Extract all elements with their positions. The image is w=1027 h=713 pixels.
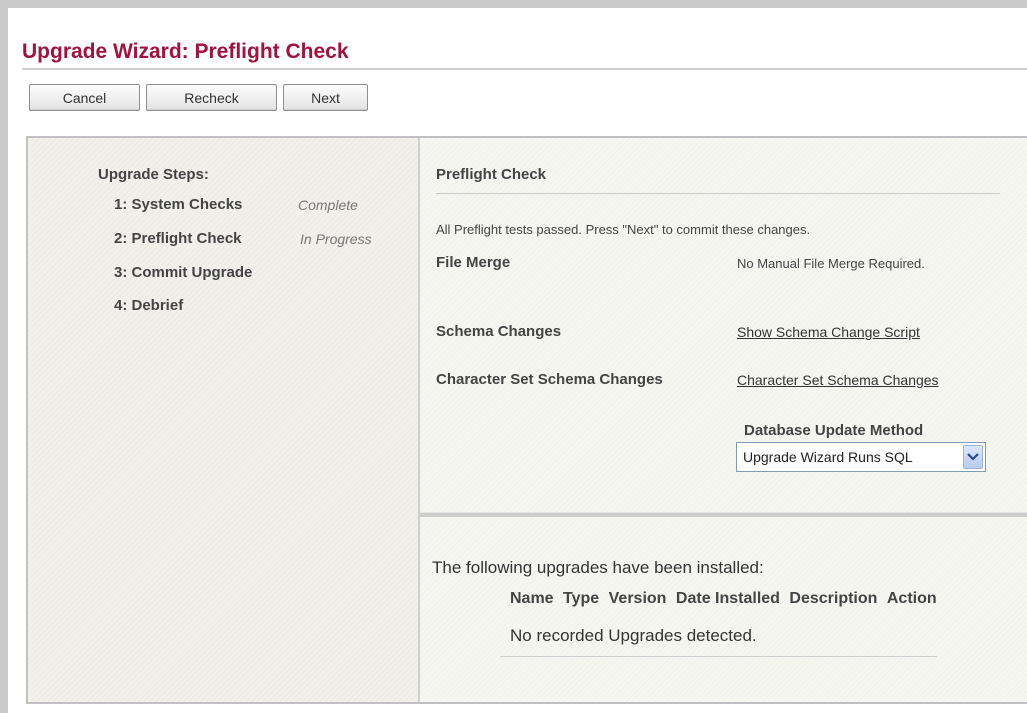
section-divider (420, 512, 1027, 517)
steps-panel: Upgrade Steps: 1: System Checks Complete… (28, 138, 418, 702)
step-preflight-check: 2: Preflight Check (114, 230, 242, 247)
wizard-window: Upgrade Wizard: Preflight Check Cancel R… (0, 0, 1027, 713)
schema-changes-label: Schema Changes (436, 323, 562, 340)
column-date-installed: Date Installed (675, 590, 780, 607)
recheck-button[interactable]: Recheck (146, 84, 277, 111)
steps-heading: Upgrade Steps: (98, 166, 209, 183)
wizard-content: Upgrade Steps: 1: System Checks Complete… (26, 136, 1027, 704)
step-system-checks: 1: System Checks (114, 196, 243, 213)
cancel-button[interactable]: Cancel (29, 84, 140, 111)
no-upgrades-message: No recorded Upgrades detected. (510, 626, 757, 645)
chevron-down-icon[interactable] (963, 445, 983, 469)
preflight-title: Preflight Check (436, 166, 547, 183)
next-button[interactable]: Next (283, 84, 368, 111)
column-name: Name (510, 590, 554, 607)
preflight-message: All Preflight tests passed. Press "Next"… (436, 222, 811, 237)
step-status-complete: Complete (298, 197, 358, 213)
upgrades-table-header: Name Type Version Date Installed Descrip… (510, 590, 937, 608)
file-merge-value: No Manual File Merge Required. (737, 256, 925, 271)
charset-changes-label: Character Set Schema Changes (436, 371, 663, 388)
installed-upgrades-message: The following upgrades have been install… (432, 558, 764, 577)
step-commit-upgrade: 3: Commit Upgrade (114, 264, 253, 281)
preflight-panel: Preflight Check All Preflight tests pass… (420, 138, 1027, 702)
column-type: Type (563, 590, 600, 607)
show-schema-change-script-link[interactable]: Show Schema Change Script (737, 324, 920, 340)
title-divider (22, 68, 1027, 70)
db-update-method-select[interactable]: Upgrade Wizard Runs SQL (736, 442, 986, 472)
file-merge-label: File Merge (436, 254, 511, 271)
column-version: Version (608, 590, 667, 607)
db-update-method-label: Database Update Method (744, 422, 924, 439)
preflight-divider (436, 193, 1000, 194)
charset-schema-changes-link[interactable]: Character Set Schema Changes (737, 372, 939, 388)
column-description: Description (789, 590, 878, 607)
table-divider (500, 656, 937, 657)
step-status-in-progress: In Progress (300, 231, 372, 247)
column-action: Action (886, 590, 937, 607)
page-title: Upgrade Wizard: Preflight Check (22, 40, 349, 63)
db-update-method-value: Upgrade Wizard Runs SQL (743, 449, 913, 465)
step-debrief: 4: Debrief (114, 297, 184, 314)
